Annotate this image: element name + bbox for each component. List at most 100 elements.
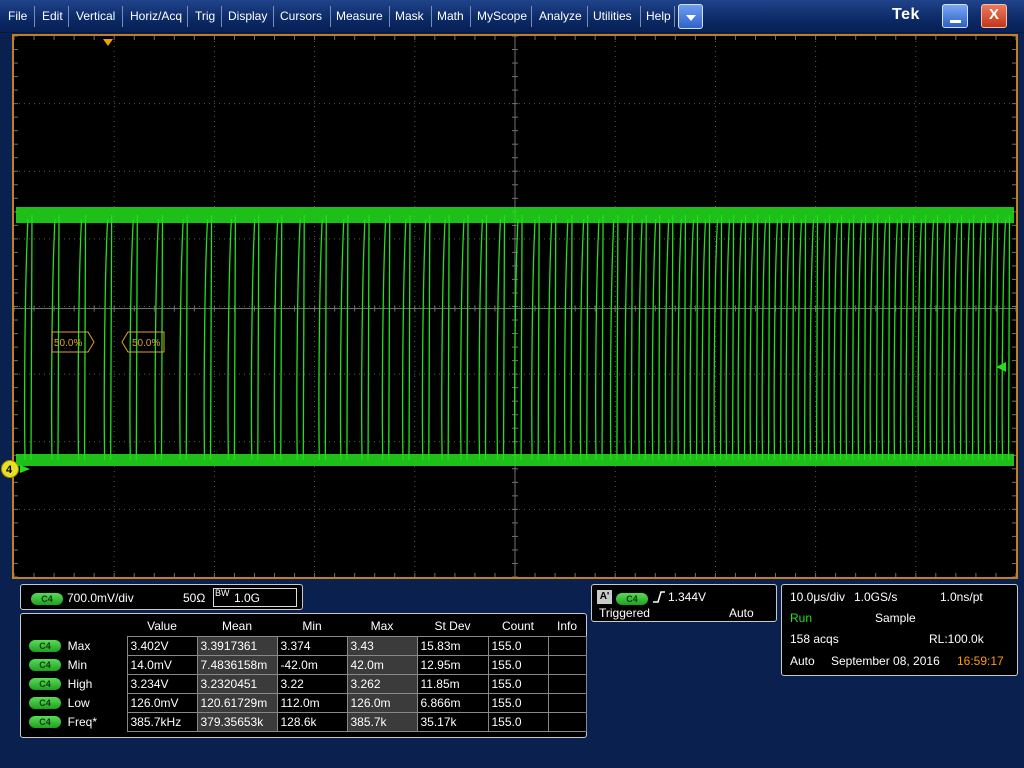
measurement-mean: 120.61729m: [196, 692, 278, 713]
measurement-name: Max: [67, 638, 91, 653]
run-state[interactable]: Run: [790, 611, 812, 625]
measurement-mean: 3.2320451: [196, 673, 278, 694]
measurement-source-badge[interactable]: C4: [29, 716, 61, 729]
measurement-stdev: 6.866m: [416, 692, 489, 713]
header-value: Value: [147, 619, 177, 634]
resolution: 1.0ns/pt: [940, 590, 983, 604]
trigger-state: Triggered: [599, 606, 650, 620]
measurements-table: Value Mean Min Max St Dev Count Info C4 …: [26, 617, 587, 732]
measurement-min: -42.0m: [276, 654, 348, 675]
menu-file[interactable]: File: [2, 0, 33, 33]
measurement-row[interactable]: C4 High 3.234V 3.2320451 3.22 3.262 11.8…: [26, 673, 587, 694]
reference-level-left-label: 50.0%: [54, 338, 82, 349]
measurement-stdev: 35.17k: [416, 711, 489, 732]
measurement-source-badge[interactable]: C4: [29, 678, 61, 691]
measurement-name: High: [67, 676, 93, 691]
menu-math[interactable]: Math: [431, 0, 470, 33]
menu-dropdown-button[interactable]: [678, 4, 703, 29]
measurement-max: 3.43: [346, 635, 418, 656]
menu-analyze[interactable]: Analyze: [533, 0, 588, 33]
menu-separator: [674, 6, 675, 27]
measurement-min: 3.22: [276, 673, 348, 694]
waveform-display[interactable]: 50.0% 50.0%: [12, 34, 1018, 579]
menu-edit[interactable]: Edit: [36, 0, 69, 33]
menu-help[interactable]: Help: [640, 0, 677, 33]
measurement-max: 3.262: [346, 673, 418, 694]
acquisition-trigger-mode: Auto: [790, 654, 815, 668]
measurement-value: 14.0mV: [126, 654, 198, 675]
menu-horiz-acq[interactable]: Horiz/Acq: [124, 0, 188, 33]
menu-cursors[interactable]: Cursors: [274, 0, 328, 33]
bandwidth-box[interactable]: BW 1.0G: [213, 588, 297, 607]
measurement-info: [547, 711, 587, 732]
menu-separator: [531, 6, 532, 27]
measurement-source-badge[interactable]: C4: [29, 659, 61, 672]
trigger-a-icon: A': [597, 590, 612, 604]
measurement-count: 155.0: [487, 692, 549, 713]
reference-level-right-marker[interactable]: 50.0%: [121, 331, 165, 353]
menu-mask[interactable]: Mask: [389, 0, 430, 33]
menu-bar: File Edit Vertical Horiz/Acq Trig Displa…: [0, 0, 1024, 33]
measurement-row[interactable]: C4 Max 3.402V 3.3917361 3.374 3.43 15.83…: [26, 635, 587, 656]
acquisition-mode: Sample: [875, 611, 916, 625]
acquisition-readout-panel[interactable]: 10.0μs/div 1.0GS/s 1.0ns/pt Run Sample 1…: [781, 584, 1018, 676]
menu-utilities[interactable]: Utilities: [587, 0, 638, 33]
header-max: Max: [370, 619, 394, 634]
channel-readout-panel[interactable]: C4 700.0mV/div 50Ω BW 1.0G: [20, 584, 303, 610]
timebase[interactable]: 10.0μs/div: [790, 590, 845, 604]
menu-vertical[interactable]: Vertical: [70, 0, 121, 33]
menu-separator: [34, 6, 35, 27]
channel-4-badge[interactable]: C4: [31, 592, 63, 605]
menu-separator: [187, 6, 188, 27]
trigger-readout-panel[interactable]: A' C4 1.344V Triggered Auto: [591, 584, 777, 622]
measurement-max: 42.0m: [346, 654, 418, 675]
measurement-count: 155.0: [487, 673, 549, 694]
trigger-mode: Auto: [729, 606, 754, 620]
header-stdev: St Dev: [434, 619, 471, 634]
measurement-row[interactable]: C4 Low 126.0mV 120.61729m 112.0m 126.0m …: [26, 692, 587, 713]
measurement-value: 385.7kHz: [126, 711, 198, 732]
pulse-edges: [23, 214, 1011, 461]
tek-logo: Tek: [892, 6, 920, 23]
menu-trig[interactable]: Trig: [189, 0, 221, 33]
acquisition-time: 16:59:17: [957, 654, 1004, 668]
measurement-name: Freq*: [67, 714, 98, 729]
sample-rate: 1.0GS/s: [854, 590, 898, 604]
measurement-mean: 379.35653k: [196, 711, 278, 732]
measurement-info: [547, 635, 587, 656]
menu-separator: [122, 6, 123, 27]
measurement-name: Low: [67, 695, 90, 710]
menu-display[interactable]: Display: [222, 0, 273, 33]
trigger-source-badge: C4: [616, 592, 648, 605]
bandwidth-label: BW: [215, 588, 230, 598]
close-button[interactable]: X: [981, 4, 1007, 28]
measurement-info: [547, 692, 587, 713]
measurement-mean: 7.4836158m: [196, 654, 278, 675]
minimize-button[interactable]: [942, 4, 968, 28]
measurement-source-badge[interactable]: C4: [29, 697, 61, 710]
rising-edge-icon: [653, 591, 665, 603]
measurement-source-badge[interactable]: C4: [29, 640, 61, 653]
measurement-info: [547, 673, 587, 694]
channel-4-ground-marker[interactable]: 4: [0, 458, 34, 480]
measurement-row[interactable]: C4 Freq* 385.7kHz 379.35653k 128.6k 385.…: [26, 711, 587, 732]
screen-markers: 50.0% 50.0%: [51, 39, 1006, 372]
measurement-stdev: 11.85m: [416, 673, 489, 694]
measurement-max: 385.7k: [346, 711, 418, 732]
menu-myscope[interactable]: MyScope: [471, 0, 533, 33]
input-impedance[interactable]: 50Ω: [183, 591, 205, 605]
measurement-row[interactable]: C4 Min 14.0mV 7.4836158m -42.0m 42.0m 12…: [26, 654, 587, 675]
trigger-level[interactable]: 1.344V: [668, 590, 706, 604]
measurement-stdev: 12.95m: [416, 654, 489, 675]
measurements-header-row: Value Mean Min Max St Dev Count Info: [26, 617, 586, 636]
record-length: RL:100.0k: [929, 632, 984, 646]
menu-separator: [68, 6, 69, 27]
trigger-position-marker[interactable]: [103, 39, 113, 46]
vertical-scale[interactable]: 700.0mV/div: [67, 591, 134, 605]
header-count: Count: [501, 619, 535, 634]
measurement-value: 3.402V: [126, 635, 198, 656]
measurement-count: 155.0: [487, 635, 549, 656]
menu-measure[interactable]: Measure: [330, 0, 389, 33]
measurement-min: 128.6k: [276, 711, 348, 732]
measurement-value: 3.234V: [126, 673, 198, 694]
